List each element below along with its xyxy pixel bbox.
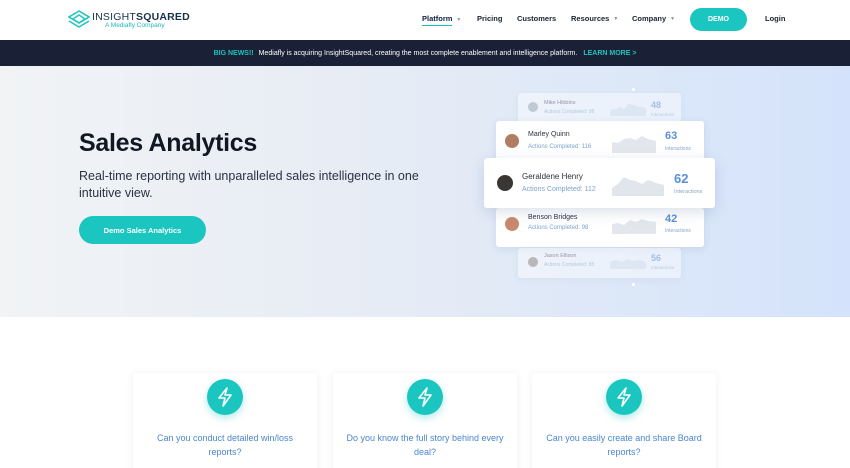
- decorative-dot: [632, 88, 635, 91]
- site-header: INSIGHTSQUARED A Mediafly Company Platfo…: [0, 0, 850, 40]
- interaction-count: 62: [674, 171, 689, 186]
- insightsquared-logo[interactable]: INSIGHTSQUARED A Mediafly Company: [68, 9, 190, 33]
- feature-card-win-loss[interactable]: Can you conduct detailed win/loss report…: [133, 373, 317, 468]
- nav-company[interactable]: Company ▼: [632, 14, 675, 23]
- lightning-icon: [407, 379, 443, 415]
- chevron-down-icon: ▼: [670, 15, 676, 22]
- announcement-message: Mediafly is acquiring InsightSquared, cr…: [258, 49, 578, 57]
- login-link[interactable]: Login: [765, 14, 785, 23]
- feature-question: Do you know the full story behind every …: [346, 433, 504, 457]
- rep-name: Jason Ellison: [544, 253, 577, 259]
- nav-pricing[interactable]: Pricing: [477, 14, 502, 23]
- nav-resources-label: Resources: [571, 14, 610, 23]
- nav-customers[interactable]: Customers: [517, 14, 556, 23]
- rep-name: Geraldene Henry: [522, 172, 583, 181]
- rep-card-highlighted: Geraldene Henry Actions Completed: 112 6…: [484, 158, 715, 208]
- interaction-label: Interactions: [665, 146, 691, 152]
- nav-customers-label: Customers: [517, 14, 557, 23]
- demo-button[interactable]: DEMO: [690, 8, 747, 31]
- interaction-count: 56: [651, 253, 662, 263]
- rep-name: Benson Bridges: [528, 214, 578, 221]
- rep-card: Mike Hibbins Actions Completed: 98 48 In…: [518, 93, 681, 123]
- page-title: Sales Analytics: [79, 129, 258, 157]
- decorative-dot: [632, 283, 635, 286]
- avatar: [505, 217, 519, 231]
- rep-actions: Actions Completed: 98: [544, 109, 595, 115]
- rep-card: Jason Ellison Actions Completed: 85 56 I…: [518, 248, 681, 278]
- feature-card-board-reports[interactable]: Can you easily create and share Board re…: [532, 373, 716, 468]
- interaction-count: 48: [651, 100, 662, 110]
- feature-card-deal-story[interactable]: Do you know the full story behind every …: [333, 373, 517, 468]
- interaction-label: Interactions: [651, 265, 675, 270]
- hero-section: Sales Analytics Real-time reporting with…: [0, 66, 850, 317]
- nav-platform[interactable]: Platform ▼: [422, 14, 461, 26]
- announcement-tag: BIG NEWS!!: [213, 49, 254, 57]
- interaction-label: Interactions: [665, 228, 691, 234]
- sparkline-chart: [610, 259, 646, 269]
- sparkline-chart: [612, 219, 656, 234]
- hero-description: Real-time reporting with unparalleled sa…: [79, 169, 419, 200]
- nav-company-label: Company: [632, 14, 667, 23]
- interaction-label: Interactions: [674, 189, 703, 195]
- feature-question: Can you conduct detailed win/loss report…: [156, 433, 294, 457]
- learn-more-link[interactable]: LEARN MORE >: [583, 50, 636, 57]
- feature-question: Can you easily create and share Board re…: [546, 433, 702, 457]
- avatar: [528, 102, 538, 112]
- rep-actions: Actions Completed: 116: [528, 144, 592, 150]
- interaction-count: 42: [665, 213, 678, 225]
- rep-actions: Actions Completed: 112: [522, 186, 596, 193]
- rep-name: Mike Hibbins: [544, 100, 576, 106]
- chevron-down-icon: ▼: [613, 15, 619, 22]
- sparkline-chart: [612, 136, 656, 153]
- nav-pricing-label: Pricing: [477, 14, 503, 23]
- rep-actions: Actions Completed: 85: [544, 262, 595, 268]
- avatar: [505, 134, 519, 148]
- rep-card: Benson Bridges Actions Completed: 98 42 …: [496, 208, 704, 247]
- chevron-down-icon: ▼: [456, 17, 462, 23]
- sparkline-chart: [612, 177, 664, 196]
- nav-platform-label: Platform: [422, 14, 453, 26]
- rep-card: Marley Quinn Actions Completed: 116 63 I…: [496, 121, 704, 160]
- nav-resources[interactable]: Resources ▼: [571, 14, 618, 23]
- lightning-icon-glyph: [218, 387, 232, 407]
- logo-subtitle: A Mediafly Company: [105, 22, 165, 29]
- logo-mark-icon: [68, 10, 90, 28]
- rep-actions: Actions Completed: 98: [528, 225, 589, 231]
- demo-sales-analytics-button[interactable]: Demo Sales Analytics: [79, 216, 206, 244]
- lightning-icon-glyph: [418, 387, 432, 407]
- sparkline-chart: [610, 104, 646, 116]
- avatar: [528, 257, 538, 267]
- avatar: [497, 175, 513, 191]
- interaction-count: 63: [665, 130, 678, 142]
- rep-name: Marley Quinn: [528, 131, 570, 138]
- interaction-label: Interactions: [651, 112, 675, 117]
- lightning-icon-glyph: [617, 387, 631, 407]
- announcement-bar: BIG NEWS!! Mediafly is acquiring Insight…: [0, 40, 850, 66]
- lightning-icon: [606, 379, 642, 415]
- lightning-icon: [207, 379, 243, 415]
